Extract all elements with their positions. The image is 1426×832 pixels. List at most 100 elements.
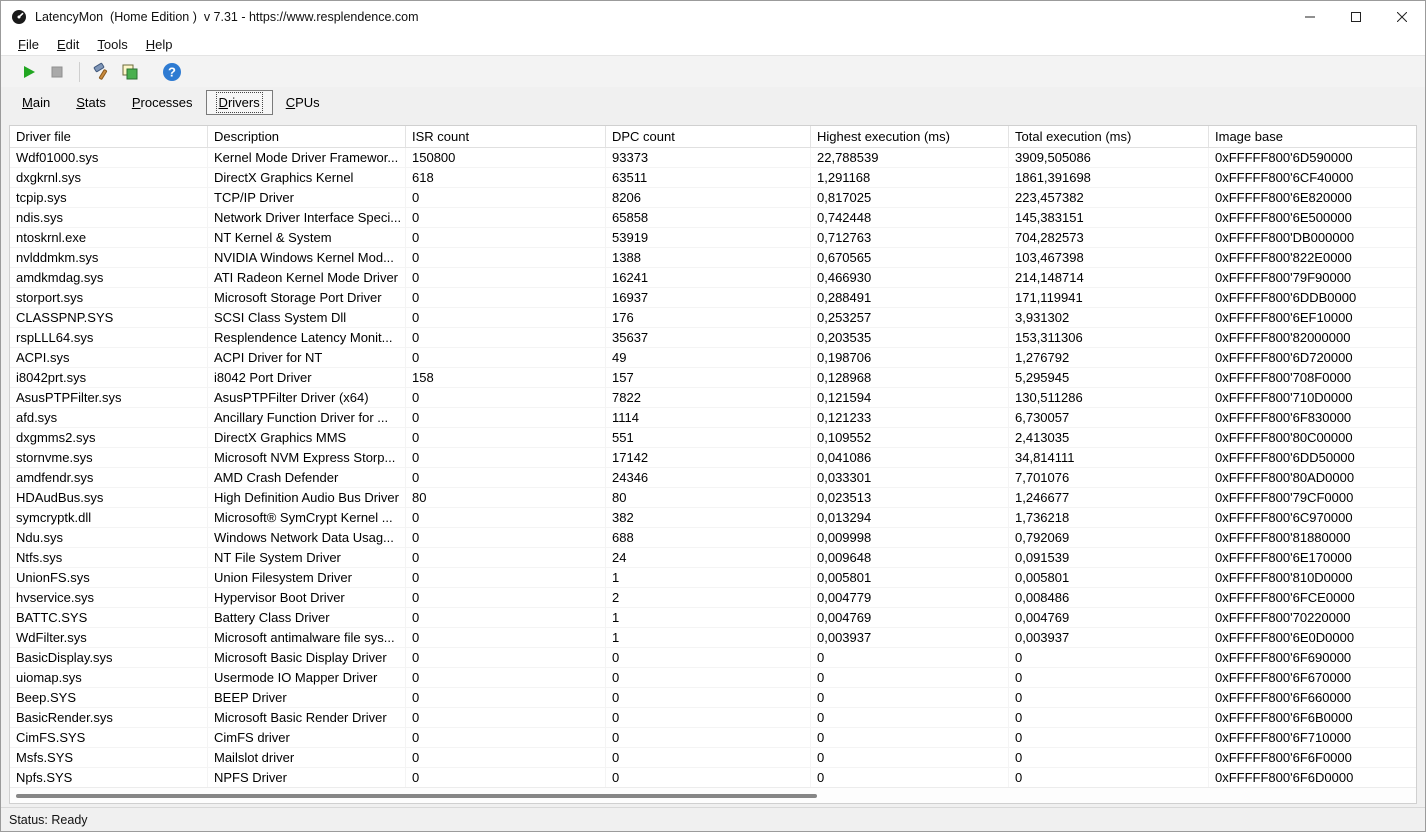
- table-row[interactable]: tcpip.sysTCP/IP Driver082060,817025223,4…: [10, 188, 1416, 208]
- table-row[interactable]: symcryptk.dllMicrosoft® SymCrypt Kernel …: [10, 508, 1416, 528]
- table-cell: 0: [1009, 748, 1209, 767]
- table-cell: 7822: [606, 388, 811, 407]
- table-cell: 0: [406, 228, 606, 247]
- table-row[interactable]: Beep.SYSBEEP Driver00000xFFFFF800'6F6600…: [10, 688, 1416, 708]
- table-row[interactable]: Ntfs.sysNT File System Driver0240,009648…: [10, 548, 1416, 568]
- stop-monitor-button[interactable]: [43, 59, 71, 85]
- table-cell: dxgmms2.sys: [10, 428, 208, 447]
- table-row[interactable]: HDAudBus.sysHigh Definition Audio Bus Dr…: [10, 488, 1416, 508]
- tab-main[interactable]: Main: [9, 90, 63, 115]
- table-cell: 0xFFFFF800'6F710000: [1209, 728, 1416, 747]
- table-cell: 6,730057: [1009, 408, 1209, 427]
- copy-report-button[interactable]: [116, 59, 144, 85]
- table-row[interactable]: AsusPTPFilter.sysAsusPTPFilter Driver (x…: [10, 388, 1416, 408]
- table-cell: 0xFFFFF800'79CF0000: [1209, 488, 1416, 507]
- table-row[interactable]: afd.sysAncillary Function Driver for ...…: [10, 408, 1416, 428]
- table-header: Driver fileDescriptionISR countDPC count…: [10, 126, 1416, 148]
- table-row[interactable]: Ndu.sysWindows Network Data Usag...06880…: [10, 528, 1416, 548]
- table-row[interactable]: rspLLL64.sysResplendence Latency Monit..…: [10, 328, 1416, 348]
- title-bar: LatencyMon (Home Edition ) v 7.31 - http…: [1, 1, 1425, 33]
- table-cell: afd.sys: [10, 408, 208, 427]
- table-cell: ATI Radeon Kernel Mode Driver: [208, 268, 406, 287]
- menu-edit[interactable]: Edit: [48, 35, 88, 54]
- table-cell: 0: [406, 528, 606, 547]
- table-cell: NT File System Driver: [208, 548, 406, 567]
- table-row[interactable]: hvservice.sysHypervisor Boot Driver020,0…: [10, 588, 1416, 608]
- table-cell: 0,013294: [811, 508, 1009, 527]
- app-icon[interactable]: [11, 9, 27, 25]
- table-row[interactable]: stornvme.sysMicrosoft NVM Express Storp.…: [10, 448, 1416, 468]
- table-cell: 53919: [606, 228, 811, 247]
- table-row[interactable]: BATTC.SYSBattery Class Driver010,0047690…: [10, 608, 1416, 628]
- table-cell: 0,288491: [811, 288, 1009, 307]
- close-button[interactable]: [1379, 1, 1425, 33]
- horizontal-scrollbar[interactable]: [10, 787, 1416, 803]
- column-header[interactable]: Highest execution (ms): [811, 126, 1009, 147]
- menu-tools[interactable]: Tools: [88, 35, 136, 54]
- table-row[interactable]: WdFilter.sysMicrosoft antimalware file s…: [10, 628, 1416, 648]
- tab-strip: MainStatsProcessesDriversCPUs: [1, 87, 1425, 117]
- table-row[interactable]: amdfendr.sysAMD Crash Defender0243460,03…: [10, 468, 1416, 488]
- table-row[interactable]: BasicDisplay.sysMicrosoft Basic Display …: [10, 648, 1416, 668]
- menu-help[interactable]: Help: [137, 35, 182, 54]
- column-header[interactable]: Image base: [1209, 126, 1416, 147]
- table-cell: 0xFFFFF800'70220000: [1209, 608, 1416, 627]
- table-row[interactable]: Wdf01000.sysKernel Mode Driver Framewor.…: [10, 148, 1416, 168]
- tab-drivers[interactable]: Drivers: [206, 90, 273, 115]
- table-row[interactable]: dxgmms2.sysDirectX Graphics MMS05510,109…: [10, 428, 1416, 448]
- table-cell: stornvme.sys: [10, 448, 208, 467]
- table-row[interactable]: ndis.sysNetwork Driver Interface Speci..…: [10, 208, 1416, 228]
- table-cell: 0: [406, 568, 606, 587]
- table-row[interactable]: CimFS.SYSCimFS driver00000xFFFFF800'6F71…: [10, 728, 1416, 748]
- table-cell: i8042prt.sys: [10, 368, 208, 387]
- table-cell: 0: [811, 728, 1009, 747]
- table-cell: 0xFFFFF800'708F0000: [1209, 368, 1416, 387]
- table-cell: 0,091539: [1009, 548, 1209, 567]
- table-row[interactable]: nvlddmkm.sysNVIDIA Windows Kernel Mod...…: [10, 248, 1416, 268]
- menu-file[interactable]: File: [9, 35, 48, 54]
- table-cell: 80: [406, 488, 606, 507]
- window-title: LatencyMon (Home Edition ) v 7.31 - http…: [35, 10, 419, 24]
- table-cell: 0: [406, 748, 606, 767]
- table-row[interactable]: i8042prt.sysi8042 Port Driver1581570,128…: [10, 368, 1416, 388]
- tab-stats[interactable]: Stats: [63, 90, 119, 115]
- table-cell: 0xFFFFF800'6E820000: [1209, 188, 1416, 207]
- table-row[interactable]: uiomap.sysUsermode IO Mapper Driver00000…: [10, 668, 1416, 688]
- table-cell: Microsoft NVM Express Storp...: [208, 448, 406, 467]
- latencymon-logo-icon: [11, 9, 27, 25]
- table-cell: 0xFFFFF800'6CF40000: [1209, 168, 1416, 187]
- table-row[interactable]: storport.sysMicrosoft Storage Port Drive…: [10, 288, 1416, 308]
- table-row[interactable]: Npfs.SYSNPFS Driver00000xFFFFF800'6F6D00…: [10, 768, 1416, 787]
- column-header[interactable]: Driver file: [10, 126, 208, 147]
- table-cell: 150800: [406, 148, 606, 167]
- table-cell: 24346: [606, 468, 811, 487]
- table-cell: 130,511286: [1009, 388, 1209, 407]
- table-cell: 7,701076: [1009, 468, 1209, 487]
- table-row[interactable]: ACPI.sysACPI Driver for NT0490,1987061,2…: [10, 348, 1416, 368]
- table-row[interactable]: dxgkrnl.sysDirectX Graphics Kernel618635…: [10, 168, 1416, 188]
- scrollbar-thumb[interactable]: [16, 794, 817, 798]
- table-cell: 0: [1009, 708, 1209, 727]
- table-row[interactable]: Msfs.SYSMailslot driver00000xFFFFF800'6F…: [10, 748, 1416, 768]
- tab-cpus[interactable]: CPUs: [273, 90, 333, 115]
- table-row[interactable]: UnionFS.sysUnion Filesystem Driver010,00…: [10, 568, 1416, 588]
- table-cell: 93373: [606, 148, 811, 167]
- copy-windows-icon: [121, 63, 139, 81]
- table-row[interactable]: amdkmdag.sysATI Radeon Kernel Mode Drive…: [10, 268, 1416, 288]
- column-header[interactable]: ISR count: [406, 126, 606, 147]
- column-header[interactable]: Description: [208, 126, 406, 147]
- tab-processes[interactable]: Processes: [119, 90, 206, 115]
- help-button[interactable]: ?: [158, 59, 186, 85]
- start-monitor-button[interactable]: [15, 59, 43, 85]
- column-header[interactable]: Total execution (ms): [1009, 126, 1209, 147]
- play-icon: [22, 65, 36, 79]
- table-cell: 1388: [606, 248, 811, 267]
- maximize-button[interactable]: [1333, 1, 1379, 33]
- minimize-button[interactable]: [1287, 1, 1333, 33]
- column-header[interactable]: DPC count: [606, 126, 811, 147]
- table-row[interactable]: CLASSPNP.SYSSCSI Class System Dll01760,2…: [10, 308, 1416, 328]
- table-row[interactable]: BasicRender.sysMicrosoft Basic Render Dr…: [10, 708, 1416, 728]
- tools-button[interactable]: [88, 59, 116, 85]
- table-cell: CimFS.SYS: [10, 728, 208, 747]
- table-row[interactable]: ntoskrnl.exeNT Kernel & System0539190,71…: [10, 228, 1416, 248]
